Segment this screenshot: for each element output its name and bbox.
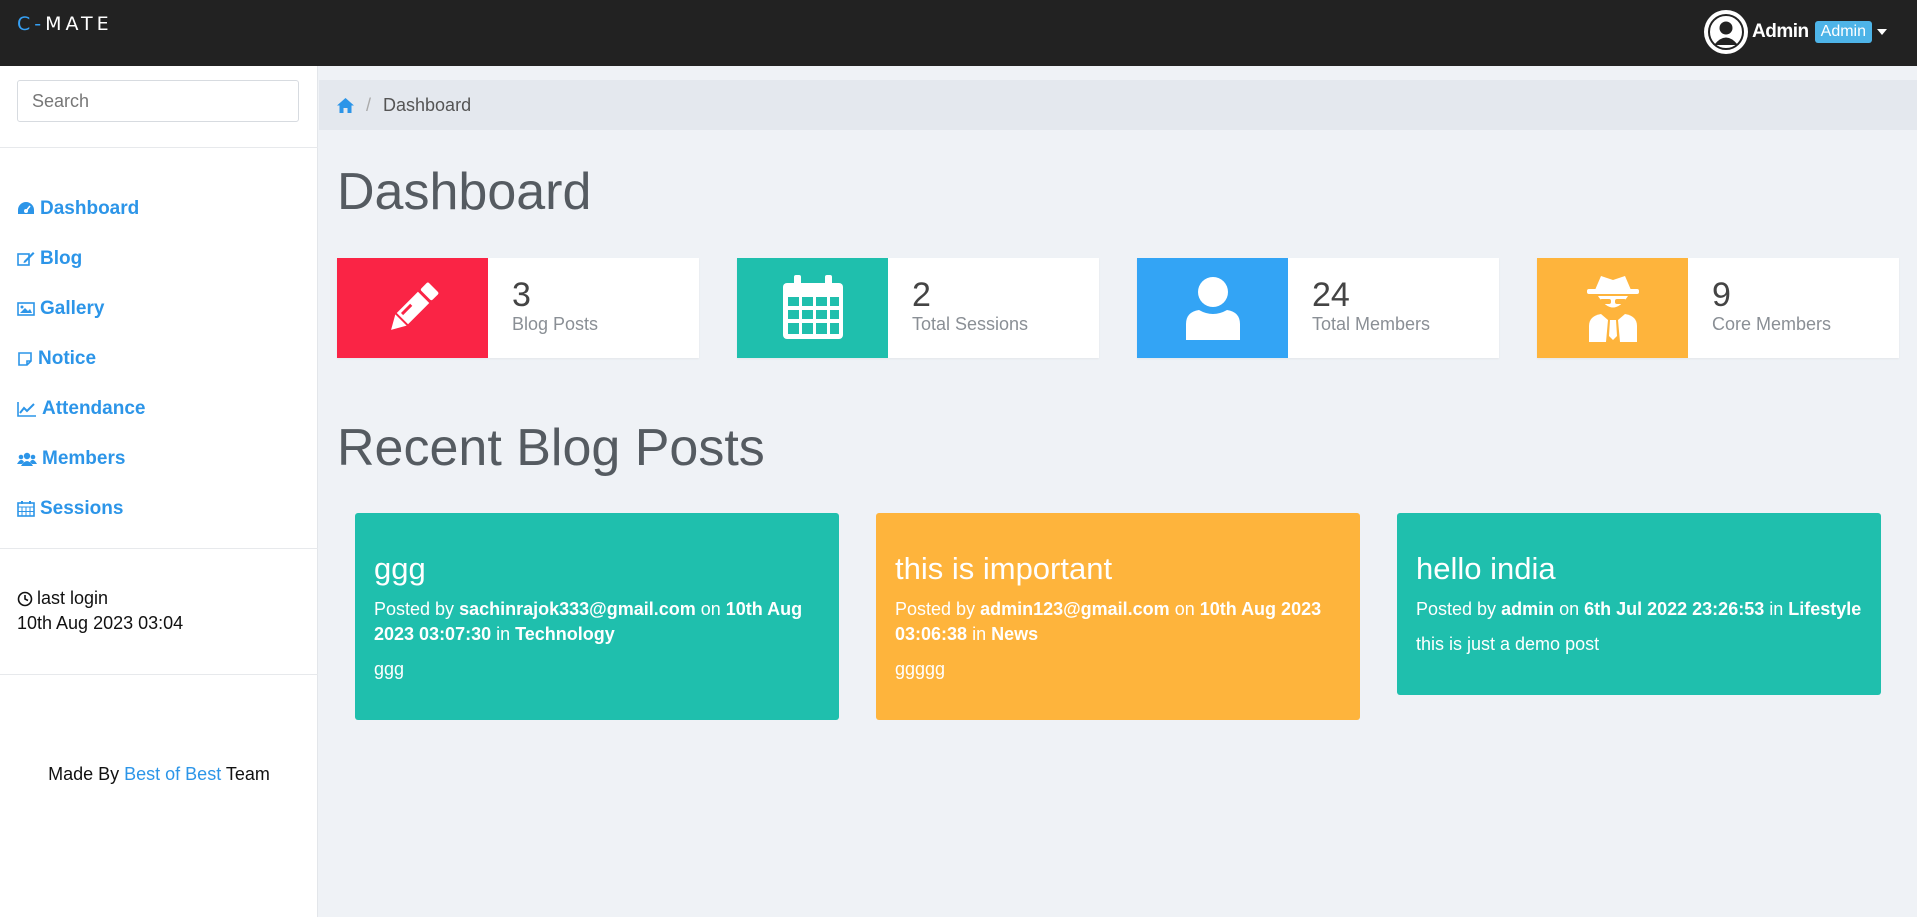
post-excerpt: ggggg xyxy=(895,659,946,679)
user-avatar-icon xyxy=(1708,14,1745,50)
user-icon xyxy=(1185,277,1240,340)
stat-card-total-sessions[interactable]: 2 Total Sessions xyxy=(737,258,1099,358)
post-category: News xyxy=(991,624,1039,644)
post-title[interactable]: hello india xyxy=(1416,551,1863,587)
post-category: Technology xyxy=(515,624,615,644)
sidebar-item-members[interactable]: Members xyxy=(17,434,145,484)
chevron-down-icon[interactable] xyxy=(1877,29,1887,35)
post-title[interactable]: ggg xyxy=(374,551,821,587)
stat-card-total-members[interactable]: 24 Total Members xyxy=(1137,258,1499,358)
stat-label: Blog Posts xyxy=(512,314,599,334)
users-icon xyxy=(17,452,37,466)
image-icon xyxy=(17,302,35,316)
sidebar-item-attendance[interactable]: Attendance xyxy=(17,384,145,434)
post-meta: Posted by admin123@gmail.com on 10th Aug… xyxy=(895,597,1342,647)
last-login-label: last login xyxy=(37,588,109,608)
calendar-icon xyxy=(17,501,35,517)
divider xyxy=(0,147,318,148)
stat-value: 9 xyxy=(1712,276,1731,314)
post-excerpt: this is just a demo post xyxy=(1416,634,1600,654)
stat-icon-box xyxy=(1137,258,1288,358)
home-icon[interactable] xyxy=(337,97,354,113)
stat-label: Total Sessions xyxy=(912,314,1029,334)
user-menu[interactable]: Admin Admin xyxy=(1704,10,1887,54)
brand-logo[interactable]: C-MATE xyxy=(17,13,113,35)
sidebar-item-label: Notice xyxy=(38,348,97,369)
post-author: admin123@gmail.com xyxy=(980,599,1170,619)
footer-credit: Made By Best of Best Team xyxy=(0,764,318,785)
sidebar-item-gallery[interactable]: Gallery xyxy=(17,284,145,334)
sidebar-item-blog[interactable]: Blog xyxy=(17,234,145,284)
sidebar: Dashboard Blog Gallery Notice Attendance… xyxy=(0,66,318,917)
blog-post-card[interactable]: ggg Posted by sachinrajok333@gmail.com o… xyxy=(355,513,839,720)
footer-prefix: Made By xyxy=(48,764,125,784)
stat-value: 2 xyxy=(912,276,931,314)
pencil-icon xyxy=(390,282,438,330)
brand-name: MATE xyxy=(45,13,113,35)
user-name: Admin xyxy=(1752,21,1809,42)
post-meta: Posted by sachinrajok333@gmail.com on 10… xyxy=(374,597,821,647)
post-title[interactable]: this is important xyxy=(895,551,1342,587)
role-badge: Admin xyxy=(1814,21,1872,43)
post-excerpt: ggg xyxy=(374,659,405,679)
search-input[interactable] xyxy=(17,80,299,122)
sidebar-item-label: Dashboard xyxy=(40,198,140,219)
in-label: in xyxy=(967,624,992,644)
footer-suffix: Team xyxy=(221,764,270,784)
avatar xyxy=(1704,10,1749,54)
clock-icon xyxy=(17,591,33,606)
sidebar-item-label: Members xyxy=(42,448,126,469)
sidebar-item-sessions[interactable]: Sessions xyxy=(17,484,145,534)
edit-icon xyxy=(17,252,35,266)
sidebar-item-label: Gallery xyxy=(40,298,105,319)
posted-by-label: Posted by xyxy=(1416,599,1502,619)
stat-value: 3 xyxy=(512,276,531,314)
sidebar-item-label: Blog xyxy=(40,248,83,269)
stat-card-blog-posts[interactable]: 3 Blog Posts xyxy=(337,258,699,358)
blog-post-card[interactable]: this is important Posted by admin123@gma… xyxy=(876,513,1360,720)
post-author: admin xyxy=(1501,599,1555,619)
blog-post-card[interactable]: hello india Posted by admin on 6th Jul 2… xyxy=(1397,513,1881,695)
stat-label: Total Members xyxy=(1312,314,1431,334)
last-login: last login 10th Aug 2023 03:04 xyxy=(17,588,183,634)
posted-by-label: Posted by xyxy=(895,599,981,619)
line-chart-icon xyxy=(17,402,36,417)
stat-icon-box xyxy=(1537,258,1688,358)
breadcrumb-current: Dashboard xyxy=(383,94,472,115)
page-title: Dashboard xyxy=(337,163,592,221)
brand-prefix: C- xyxy=(17,13,46,35)
sidebar-item-dashboard[interactable]: Dashboard xyxy=(17,184,145,234)
on-label: on xyxy=(695,599,726,619)
breadcrumb-separator: / xyxy=(366,94,372,115)
sidebar-item-notice[interactable]: Notice xyxy=(17,334,145,384)
on-label: on xyxy=(1554,599,1585,619)
team-link[interactable]: Best of Best xyxy=(124,764,221,784)
sidebar-item-label: Attendance xyxy=(42,398,146,419)
stat-label: Core Members xyxy=(1712,314,1832,334)
stat-icon-box xyxy=(737,258,888,358)
post-category: Lifestyle xyxy=(1788,599,1862,619)
stat-card-core-members[interactable]: 9 Core Members xyxy=(1537,258,1899,358)
top-navbar: C-MATE Admin Admin xyxy=(0,0,1917,66)
divider xyxy=(0,674,318,675)
post-meta: Posted by admin on 6th Jul 2022 23:26:53… xyxy=(1416,597,1863,622)
user-secret-icon xyxy=(1586,276,1639,342)
dashboard-icon xyxy=(18,202,34,214)
sticky-note-icon xyxy=(18,352,32,366)
breadcrumb: / Dashboard xyxy=(319,80,1917,130)
on-label: on xyxy=(1169,599,1200,619)
calendar-icon xyxy=(782,275,843,339)
stat-icon-box xyxy=(337,258,488,358)
section-title: Recent Blog Posts xyxy=(337,419,765,477)
post-author: sachinrajok333@gmail.com xyxy=(459,599,696,619)
sidebar-nav: Dashboard Blog Gallery Notice Attendance… xyxy=(17,184,145,534)
in-label: in xyxy=(491,624,516,644)
sidebar-item-label: Sessions xyxy=(40,498,124,519)
post-date: 6th Jul 2022 23:26:53 xyxy=(1584,599,1765,619)
in-label: in xyxy=(1764,599,1789,619)
posted-by-label: Posted by xyxy=(374,599,460,619)
stat-value: 24 xyxy=(1312,276,1350,314)
divider xyxy=(0,548,318,549)
last-login-value: 10th Aug 2023 03:04 xyxy=(17,613,184,633)
